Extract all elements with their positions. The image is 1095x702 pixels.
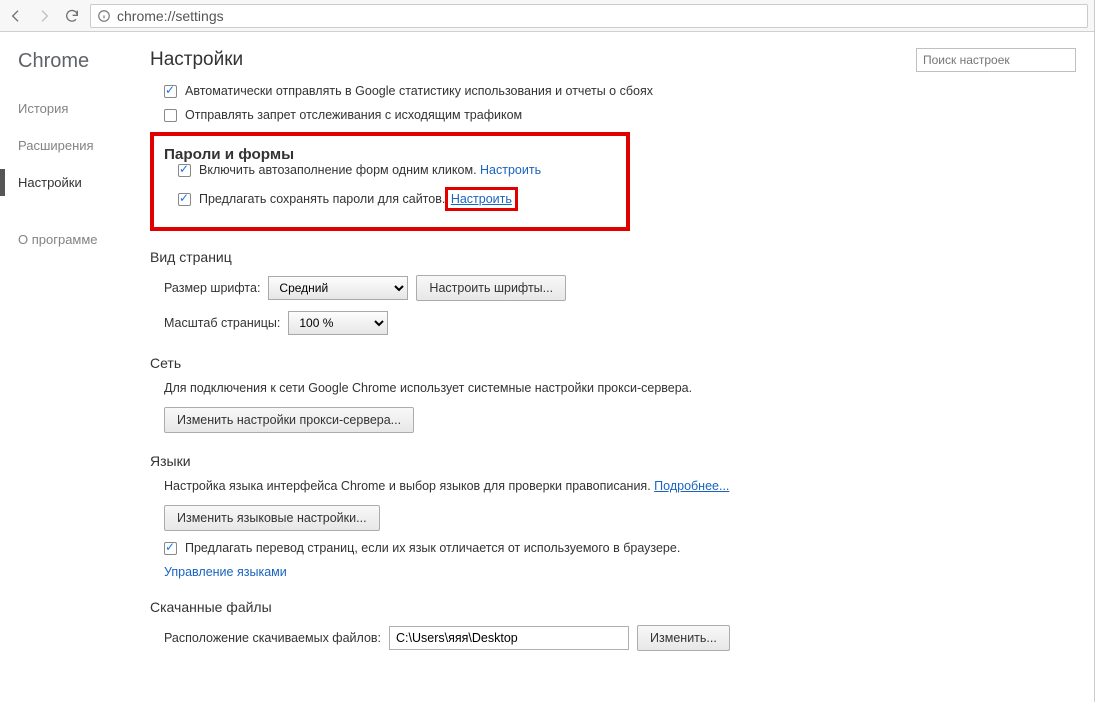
save-passwords-checkbox[interactable] — [178, 193, 191, 206]
download-location-input[interactable] — [389, 626, 629, 650]
forward-button[interactable] — [34, 6, 54, 26]
autofill-checkbox[interactable] — [178, 164, 191, 177]
reload-button[interactable] — [62, 6, 82, 26]
language-settings-button[interactable]: Изменить языковые настройки... — [164, 505, 380, 531]
autofill-configure-link[interactable]: Настроить — [480, 163, 541, 177]
download-location-label: Расположение скачиваемых файлов: — [164, 631, 381, 645]
save-passwords-link-highlight: Настроить — [445, 187, 518, 211]
send-stats-label: Автоматически отправлять в Google статис… — [185, 84, 653, 98]
appearance-heading: Вид страниц — [150, 249, 1076, 265]
download-change-button[interactable]: Изменить... — [637, 625, 730, 651]
passwords-highlight: Пароли и формы Включить автозаполнение ф… — [150, 132, 630, 231]
sidebar-item-about[interactable]: О программе — [18, 226, 150, 253]
sidebar-item-settings[interactable]: Настройки — [18, 169, 150, 196]
dnt-checkbox[interactable] — [164, 109, 177, 122]
languages-heading: Языки — [150, 453, 1076, 469]
font-size-select[interactable]: Средний — [268, 276, 408, 300]
zoom-label: Масштаб страницы: — [164, 316, 280, 330]
brand-title: Chrome — [18, 50, 150, 73]
customize-fonts-button[interactable]: Настроить шрифты... — [416, 275, 566, 301]
url-input[interactable] — [117, 8, 1081, 24]
translate-checkbox[interactable] — [164, 542, 177, 555]
search-settings-input[interactable] — [916, 48, 1076, 72]
autofill-label: Включить автозаполнение форм одним клико… — [199, 163, 477, 177]
languages-desc: Настройка языка интерфейса Chrome и выбо… — [164, 479, 651, 493]
sidebar-item-extensions[interactable]: Расширения — [18, 132, 150, 159]
proxy-settings-button[interactable]: Изменить настройки прокси-сервера... — [164, 407, 414, 433]
network-desc: Для подключения к сети Google Chrome исп… — [150, 381, 1076, 395]
browser-toolbar — [0, 0, 1094, 32]
manage-languages-link[interactable]: Управление языками — [164, 565, 287, 579]
downloads-heading: Скачанные файлы — [150, 599, 1076, 615]
network-heading: Сеть — [150, 355, 1076, 371]
languages-more-link[interactable]: Подробнее... — [654, 479, 729, 493]
sidebar-item-history[interactable]: История — [18, 95, 150, 122]
page-zoom-select[interactable]: 100 % — [288, 311, 388, 335]
send-stats-checkbox[interactable] — [164, 85, 177, 98]
font-size-label: Размер шрифта: — [164, 281, 260, 295]
page-title: Настройки — [150, 49, 243, 71]
passwords-heading: Пароли и формы — [154, 146, 626, 163]
dnt-label: Отправлять запрет отслеживания с исходящ… — [185, 108, 522, 122]
back-button[interactable] — [6, 6, 26, 26]
translate-label: Предлагать перевод страниц, если их язык… — [185, 541, 680, 555]
address-bar[interactable] — [90, 4, 1088, 28]
save-passwords-label: Предлагать сохранять пароли для сайтов. — [199, 192, 445, 206]
save-passwords-configure-link[interactable]: Настроить — [451, 192, 512, 206]
settings-sidebar: Chrome История Расширения Настройки О пр… — [0, 32, 150, 702]
info-icon — [97, 9, 111, 23]
settings-main: Настройки Автоматически отправлять в Goo… — [150, 32, 1094, 702]
